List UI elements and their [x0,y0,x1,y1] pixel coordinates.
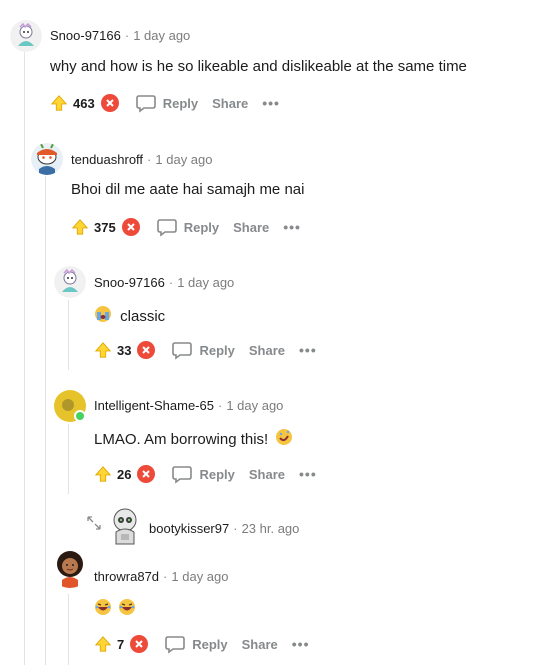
reply-button[interactable]: Reply [156,217,219,237]
downvote-icon[interactable] [130,635,149,653]
timestamp[interactable]: 1 day ago [177,275,234,290]
separator: · [163,569,168,584]
timestamp[interactable]: 23 hr. ago [242,521,300,536]
avatar[interactable] [50,548,90,588]
thread-line-3 [68,300,69,370]
upvote-icon[interactable] [94,635,112,653]
reply-label: Reply [162,95,199,111]
share-button[interactable]: Share [242,637,278,652]
reply-label: Reply [192,636,228,652]
comment-body: Bhoi dil me aate hai samajh me nai [71,181,305,198]
comment-body: classic [94,305,165,325]
thread-line-5 [68,594,69,665]
more-options-button[interactable]: ••• [283,219,301,235]
avatar[interactable] [54,266,86,298]
reply-button[interactable]: Reply [135,93,198,113]
reply-label: Reply [199,342,235,358]
comment-text: LMAO. Am borrowing this! [94,431,269,448]
reply-icon [135,95,156,113]
timestamp[interactable]: 1 day ago [171,569,228,584]
share-button[interactable]: Share [212,96,248,111]
separator: · [147,152,152,167]
avatar[interactable] [10,20,42,52]
vote-score: 463 [73,95,95,111]
upvote-icon[interactable] [94,465,112,483]
username[interactable]: Snoo-97166 [94,275,165,290]
comment-meta: Snoo-97166 · 1 day ago [50,28,190,43]
comment-body: LMAO. Am borrowing this! [94,428,293,448]
comment-actions: 33 Reply Share ••• [94,338,317,362]
upvote-icon[interactable] [50,94,68,112]
reply-label: Reply [183,219,220,235]
downvote-icon[interactable] [121,218,140,236]
upvote-icon[interactable] [71,218,89,236]
comment-meta: bootykisser97 · 23 hr. ago [149,521,299,536]
upvote-icon[interactable] [94,341,112,359]
comment-meta: throwra87d · 1 day ago [94,569,229,584]
separator: · [233,521,238,536]
username[interactable]: Snoo-97166 [50,28,121,43]
reply-icon [156,219,177,237]
comment-meta: tenduashroff · 1 day ago [71,152,213,167]
more-options-button[interactable]: ••• [299,342,317,358]
reply-button[interactable]: Reply [164,634,228,654]
thread-line-2 [45,176,46,665]
avatar[interactable] [108,506,142,546]
crying-face-emoji [95,306,111,322]
vote-score: 33 [117,342,132,358]
comment-text: classic [120,308,166,325]
thread-line-4 [68,424,69,494]
laughing-emoji [95,599,111,615]
avatar[interactable] [54,390,86,422]
comment-meta: Intelligent-Shame-65 · 1 day ago [94,398,283,413]
comment-body [94,598,136,618]
comment-meta: Snoo-97166 · 1 day ago [94,275,234,290]
separator: · [124,28,130,43]
more-options-button[interactable]: ••• [262,95,280,111]
downvote-icon[interactable] [100,94,119,112]
vote-score: 7 [117,636,125,652]
timestamp[interactable]: 1 day ago [155,152,212,167]
username[interactable]: bootykisser97 [149,521,229,536]
expand-icon[interactable] [86,515,102,531]
username[interactable]: throwra87d [94,569,159,584]
vote-score: 375 [94,219,116,235]
separator: · [217,398,223,413]
comment-actions: 463 Reply Share ••• [50,91,280,115]
reply-button[interactable]: Reply [171,340,235,360]
comment-body: why and how is he so likeable and dislik… [50,58,467,75]
reply-button[interactable]: Reply [171,464,235,484]
online-indicator [74,410,86,422]
vote-score: 26 [117,466,132,482]
laughing-emoji [119,599,136,615]
separator: · [168,275,174,290]
share-button[interactable]: Share [249,343,285,358]
comment-actions: 375 Reply Share ••• [71,215,301,239]
comment-actions: 26 Reply Share ••• [94,462,317,486]
timestamp[interactable]: 1 day ago [133,28,190,43]
thread-line-1 [24,52,25,665]
avatar[interactable] [31,143,63,175]
downvote-icon[interactable] [137,341,156,359]
more-options-button[interactable]: ••• [292,636,310,652]
reply-label: Reply [199,466,235,482]
more-options-button[interactable]: ••• [299,466,317,482]
rofl-emoji [276,429,293,445]
reply-icon [172,466,193,484]
share-button[interactable]: Share [249,467,285,482]
share-button[interactable]: Share [233,220,269,235]
username[interactable]: Intelligent-Shame-65 [94,398,214,413]
timestamp[interactable]: 1 day ago [226,398,283,413]
reply-icon [172,342,193,360]
comment-actions: 7 Reply Share ••• [94,632,310,656]
downvote-icon[interactable] [137,465,156,483]
reply-icon [165,636,186,654]
username[interactable]: tenduashroff [71,152,143,167]
